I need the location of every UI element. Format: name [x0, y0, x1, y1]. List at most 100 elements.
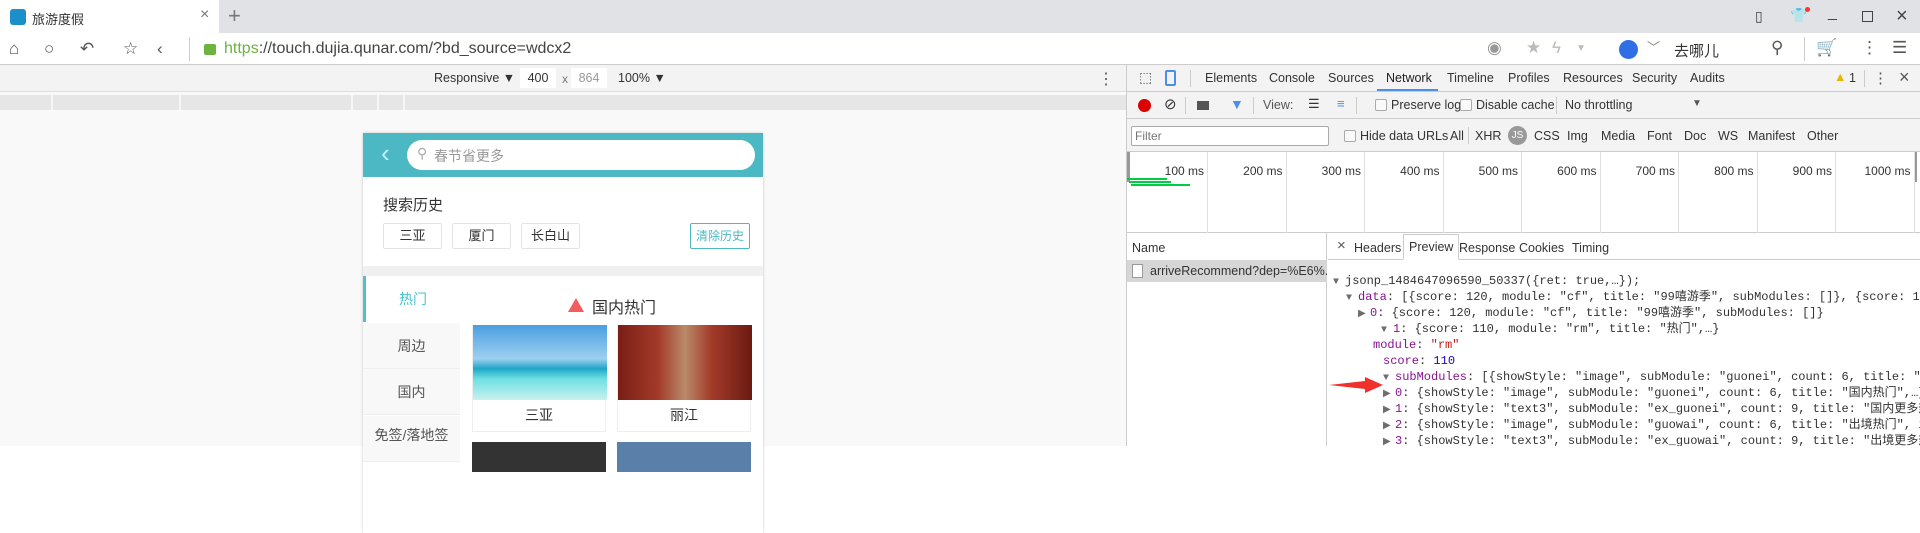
tab-resources[interactable]: Resources — [1563, 71, 1623, 85]
home-icon[interactable]: ⌂ — [9, 39, 19, 59]
inspect-element-icon[interactable]: ⬚ — [1139, 69, 1152, 86]
search-icon[interactable]: ⚲ — [1771, 38, 1783, 58]
minimize-icon[interactable]: _ — [1828, 4, 1837, 22]
name-header[interactable]: Name — [1132, 241, 1165, 255]
tab-sources[interactable]: Sources — [1328, 71, 1374, 85]
tab-timing[interactable]: Timing — [1572, 241, 1609, 255]
type-filter-img[interactable]: Img — [1567, 129, 1588, 143]
destination-card[interactable]: 丽江 — [617, 325, 752, 432]
tree-line[interactable]: ▶ 3: {showStyle: "text3", subModule: "ex_… — [1383, 433, 1920, 446]
collapsed-arrow-icon[interactable]: ▶ — [1383, 435, 1395, 446]
tab-security[interactable]: Security — [1632, 71, 1677, 85]
tree-line[interactable]: module: "rm" — [1373, 337, 1459, 353]
filter-input[interactable] — [1131, 126, 1329, 146]
type-filter-font[interactable]: Font — [1647, 129, 1672, 143]
dropdown-icon[interactable]: ▼ — [1576, 39, 1586, 59]
menu-icon[interactable]: ☰ — [1892, 38, 1907, 58]
device-more-icon[interactable]: ⋮ — [1098, 69, 1114, 89]
tree-line[interactable]: ▶ 2: {showStyle: "image", subModule: "guo… — [1383, 417, 1920, 433]
warning-count[interactable]: 1 — [1849, 71, 1856, 85]
tree-line[interactable]: ▶ 0: {showStyle: "image", subModule: "guo… — [1383, 385, 1920, 401]
destination-card[interactable]: 三亚 — [472, 325, 607, 432]
type-filter-xhr[interactable]: XHR — [1475, 129, 1501, 143]
history-tag[interactable]: 三亚 — [383, 223, 442, 249]
device-width-input[interactable]: 400 — [520, 68, 556, 88]
tab-audits[interactable]: Audits — [1690, 71, 1725, 85]
chevron-down-icon[interactable]: ﹀ — [1647, 38, 1660, 58]
destination-card[interactable] — [617, 442, 751, 472]
filter-icon[interactable]: ▼ — [1230, 96, 1244, 112]
tree-line[interactable]: ▼ jsonp_1484647096590_50337({ret: true,…}… — [1333, 273, 1640, 289]
sidebar-item-visa-free[interactable]: 免签/落地签 — [363, 416, 460, 462]
favorite-star-icon[interactable]: ★ — [1526, 38, 1541, 58]
reload-icon[interactable]: ○ — [44, 39, 54, 59]
undo-icon[interactable]: ↶ — [80, 39, 94, 59]
zoom-select[interactable]: 100% ▼ — [618, 71, 666, 85]
close-detail-icon[interactable]: × — [1337, 237, 1346, 254]
close-window-icon[interactable]: × — [1896, 5, 1908, 28]
tab-timeline[interactable]: Timeline — [1447, 71, 1494, 85]
url-input[interactable]: https://touch.dujia.qunar.com/?bd_source… — [224, 40, 571, 58]
back-chevron-icon[interactable]: ‹ — [381, 138, 390, 169]
type-filter-media[interactable]: Media — [1601, 129, 1635, 143]
tree-line[interactable]: ▶ 0: {score: 120, module: "cf", title: "9… — [1358, 305, 1824, 321]
tree-line[interactable]: ▼ 1: {score: 110, module: "rm", title: "热… — [1381, 321, 1719, 337]
history-tag[interactable]: 长白山 — [521, 223, 580, 249]
tab-response[interactable]: Response — [1459, 241, 1515, 255]
destination-card[interactable] — [472, 442, 606, 472]
target-icon[interactable]: ◉ — [1487, 38, 1502, 58]
baidu-paw-icon[interactable] — [1619, 40, 1638, 59]
type-filter-css[interactable]: CSS — [1534, 129, 1560, 143]
type-filter-other[interactable]: Other — [1807, 129, 1838, 143]
cart-icon[interactable]: 🛒 — [1816, 38, 1837, 58]
tab-network[interactable]: Network — [1386, 71, 1432, 85]
collapsed-arrow-icon[interactable]: ▶ — [1358, 307, 1370, 323]
tab-elements[interactable]: Elements — [1205, 71, 1257, 85]
flash-icon[interactable]: ϟ — [1552, 38, 1561, 58]
device-height-input[interactable]: 864 — [571, 68, 607, 88]
overview-icon[interactable]: ≡ — [1337, 96, 1345, 111]
type-filter-all[interactable]: All — [1450, 129, 1464, 143]
sidebar-item-hot[interactable]: 热门 — [363, 276, 460, 322]
type-filter-manifest[interactable]: Manifest — [1748, 129, 1795, 143]
new-tab-icon[interactable]: + — [228, 3, 241, 29]
sidebar-item-nearby[interactable]: 周边 — [363, 323, 460, 369]
tab-console[interactable]: Console — [1269, 71, 1315, 85]
tab-preview[interactable]: Preview — [1403, 234, 1460, 260]
preserve-log-checkbox[interactable]: Preserve log — [1375, 98, 1461, 112]
browser-tab[interactable]: 旅游度假 × — [0, 0, 219, 33]
devtools-close-icon[interactable]: × — [1899, 67, 1910, 88]
device-mode-select[interactable]: Responsive ▼ — [434, 71, 515, 85]
vibrate-icon[interactable]: ▯ — [1755, 8, 1763, 25]
clear-history-button[interactable]: 清除历史 — [690, 223, 750, 249]
media-query-ruler[interactable] — [0, 95, 1126, 110]
timeline-overview[interactable]: 100 ms 200 ms 300 ms 400 ms 500 ms 600 ms 700 … — [1127, 152, 1920, 233]
search-engine-label[interactable]: 去哪儿 — [1674, 40, 1719, 61]
tab-profiles[interactable]: Profiles — [1508, 71, 1550, 85]
type-filter-js[interactable]: JS — [1508, 126, 1527, 145]
tree-line[interactable]: ▼ subModules: [{showStyle: "image", subMo… — [1383, 369, 1920, 385]
type-filter-doc[interactable]: Doc — [1684, 129, 1706, 143]
clear-icon[interactable]: ⊘ — [1164, 95, 1177, 113]
expanded-arrow-icon[interactable]: ▼ — [1333, 275, 1345, 291]
disable-cache-checkbox[interactable]: Disable cache — [1460, 98, 1555, 112]
devtools-more-icon[interactable]: ⋮ — [1873, 69, 1888, 87]
large-rows-icon[interactable]: ☰ — [1308, 96, 1320, 112]
back-icon[interactable]: ‹ — [157, 39, 163, 59]
type-filter-ws[interactable]: WS — [1718, 129, 1738, 143]
tab-cookies[interactable]: Cookies — [1519, 241, 1564, 255]
bookmark-star-icon[interactable]: ☆ — [123, 39, 138, 59]
close-tab-icon[interactable]: × — [200, 6, 209, 24]
throttling-select[interactable]: No throttling — [1565, 98, 1632, 112]
warning-icon[interactable]: ▲ — [1834, 70, 1846, 84]
phone-search-input[interactable]: ⚲ 春节省更多 — [407, 140, 755, 170]
record-icon[interactable] — [1138, 99, 1151, 112]
hide-data-urls-checkbox[interactable]: Hide data URLs — [1344, 129, 1448, 143]
throttling-dropdown-icon[interactable]: ▼ — [1692, 98, 1702, 109]
screenshot-camera-icon[interactable] — [1197, 101, 1209, 110]
device-mode-icon[interactable] — [1165, 70, 1176, 86]
more-icon[interactable]: ⋮ — [1861, 38, 1878, 58]
history-tag[interactable]: 厦门 — [452, 223, 511, 249]
request-row[interactable]: arriveRecommend?dep=%E6%... — [1127, 260, 1335, 282]
maximize-icon[interactable] — [1862, 11, 1873, 22]
